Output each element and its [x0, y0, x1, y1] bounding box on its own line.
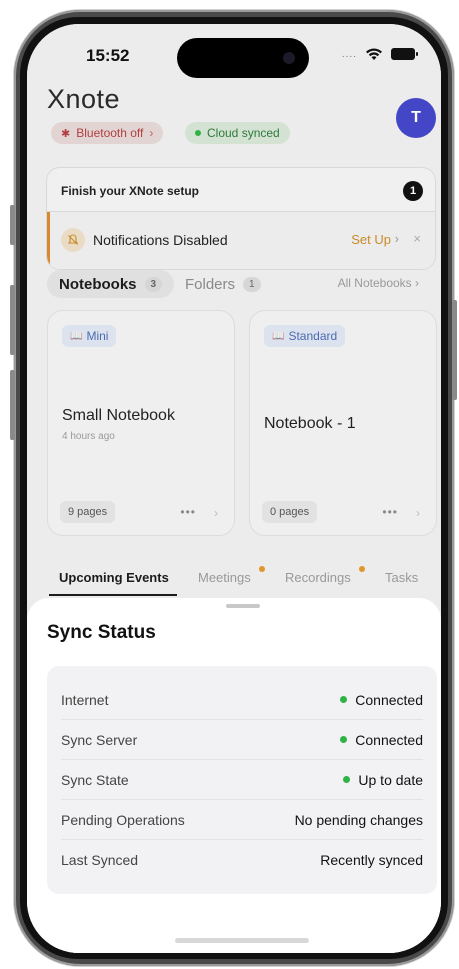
status-row-pending-operations: Pending Operations No pending changes — [61, 800, 423, 840]
notebook-card[interactable]: 📖 Mini Small Notebook 4 hours ago 9 page… — [47, 310, 235, 536]
notebook-card[interactable]: 📖 Standard Notebook - 1 0 pages ••• › — [249, 310, 437, 536]
warning-accent-bar — [47, 212, 50, 269]
action-button — [10, 205, 15, 245]
tab-meetings[interactable]: Meetings — [198, 570, 251, 585]
bell-off-icon — [61, 228, 85, 252]
bluetooth-status-label: Bluetooth off — [76, 126, 144, 140]
tab-upcoming-events[interactable]: Upcoming Events — [59, 570, 169, 585]
meetings-notification-dot — [259, 566, 265, 572]
status-label: Sync State — [61, 771, 129, 788]
notebook-title: Notebook - 1 — [264, 415, 356, 432]
tab-notebooks[interactable]: Notebooks 3 — [47, 270, 175, 298]
notifications-disabled-label: Notifications Disabled — [93, 232, 228, 248]
status-value-text: Recently synced — [320, 852, 423, 868]
setup-count-badge: 1 — [403, 181, 423, 201]
close-icon[interactable]: × — [413, 231, 421, 246]
sync-status-card: Internet Connected Sync Server Connected… — [47, 666, 437, 894]
status-bar: 15:52 .... — [27, 24, 441, 84]
status-icons: .... — [341, 47, 418, 61]
status-value: Connected — [340, 732, 423, 748]
tab-folders[interactable]: Folders 1 — [173, 270, 273, 298]
status-value: Up to date — [343, 772, 423, 788]
notebook-page-count: 0 pages — [262, 501, 318, 523]
status-value: Recently synced — [320, 852, 423, 868]
events-tab-bar: Upcoming Events Meetings Recordings Task… — [27, 564, 441, 596]
bluetooth-off-icon: ✱ — [61, 127, 71, 140]
notebook-type-label: Standard — [288, 329, 338, 343]
status-label: Pending Operations — [61, 811, 185, 828]
battery-icon — [391, 48, 418, 60]
all-notebooks-link[interactable]: All Notebooks › — [338, 276, 419, 290]
status-label: Sync Server — [61, 731, 138, 748]
more-options-icon[interactable]: ••• — [382, 505, 398, 519]
chevron-right-icon: › — [416, 506, 420, 520]
tab-tasks[interactable]: Tasks — [385, 570, 418, 585]
sheet-grabber[interactable] — [226, 604, 260, 608]
status-label: Internet — [61, 691, 109, 708]
power-button — [452, 300, 457, 400]
home-indicator — [175, 938, 309, 943]
notebooks-count-badge: 3 — [144, 276, 163, 292]
volume-down-button — [10, 370, 15, 440]
folders-count-badge: 1 — [243, 276, 261, 292]
status-label: Last Synced — [61, 852, 139, 868]
status-value-text: Up to date — [358, 771, 423, 788]
notebook-updated-time: 4 hours ago — [62, 431, 115, 442]
status-value-text: No pending changes — [294, 811, 423, 828]
notebook-type-tag: 📖 Mini — [62, 325, 117, 347]
notifications-disabled-row[interactable]: Notifications Disabled Set Up › × — [47, 212, 435, 269]
signal-icon: .... — [341, 48, 357, 60]
setup-card: Finish your XNote setup 1 Notifications … — [46, 167, 436, 270]
volume-up-button — [10, 285, 15, 355]
cloud-status-label: Cloud synced — [207, 126, 280, 140]
cloud-status-dot — [195, 130, 201, 136]
connected-dot — [340, 736, 348, 743]
notebook-title: Small Notebook — [62, 407, 175, 424]
tab-folders-label: Folders — [185, 275, 236, 293]
status-value-text: Connected — [355, 691, 423, 708]
notebook-type-label: Mini — [86, 329, 109, 343]
connected-dot — [340, 696, 348, 703]
chevron-right-icon: › — [394, 231, 399, 246]
bluetooth-status-chip[interactable]: ✱ Bluetooth off › — [51, 122, 164, 144]
status-time: 15:52 — [86, 46, 130, 65]
phone-screen: 15:52 .... Xnote T ✱ Bluetooth off › Clo… — [27, 24, 441, 953]
tab-recordings[interactable]: Recordings — [285, 570, 351, 585]
wifi-icon — [366, 48, 382, 60]
status-value: Connected — [340, 692, 423, 708]
book-icon: 📖 — [70, 330, 83, 342]
status-row-sync-server: Sync Server Connected — [61, 720, 423, 760]
tab-notebooks-label: Notebooks — [59, 275, 137, 293]
active-tab-indicator — [49, 594, 177, 596]
set-up-link[interactable]: Set Up — [351, 232, 391, 247]
up-to-date-dot — [343, 776, 351, 783]
cloud-sync-chip[interactable]: Cloud synced — [185, 122, 290, 144]
recordings-notification-dot — [359, 566, 365, 572]
setup-title: Finish your XNote setup — [61, 184, 200, 198]
notebook-type-tag: 📖 Standard — [264, 325, 346, 347]
status-row-sync-state: Sync State Up to date — [61, 760, 423, 800]
dynamic-island — [177, 38, 309, 78]
chevron-right-icon: › — [149, 126, 154, 140]
book-icon: 📖 — [272, 330, 285, 342]
avatar[interactable]: T — [396, 98, 436, 138]
status-row-internet: Internet Connected — [61, 680, 423, 720]
camera-icon — [283, 52, 295, 64]
status-value-text: Connected — [355, 731, 423, 748]
status-row-last-synced: Last Synced Recently synced — [61, 840, 423, 880]
sync-status-sheet: Sync Status Internet Connected Sync Serv… — [27, 598, 441, 953]
more-options-icon[interactable]: ••• — [180, 505, 196, 519]
notebook-page-count: 9 pages — [60, 501, 116, 523]
status-value: No pending changes — [295, 812, 423, 828]
app-logo: Xnote — [47, 84, 121, 114]
chevron-right-icon: › — [214, 506, 218, 520]
sheet-title: Sync Status — [47, 622, 156, 643]
